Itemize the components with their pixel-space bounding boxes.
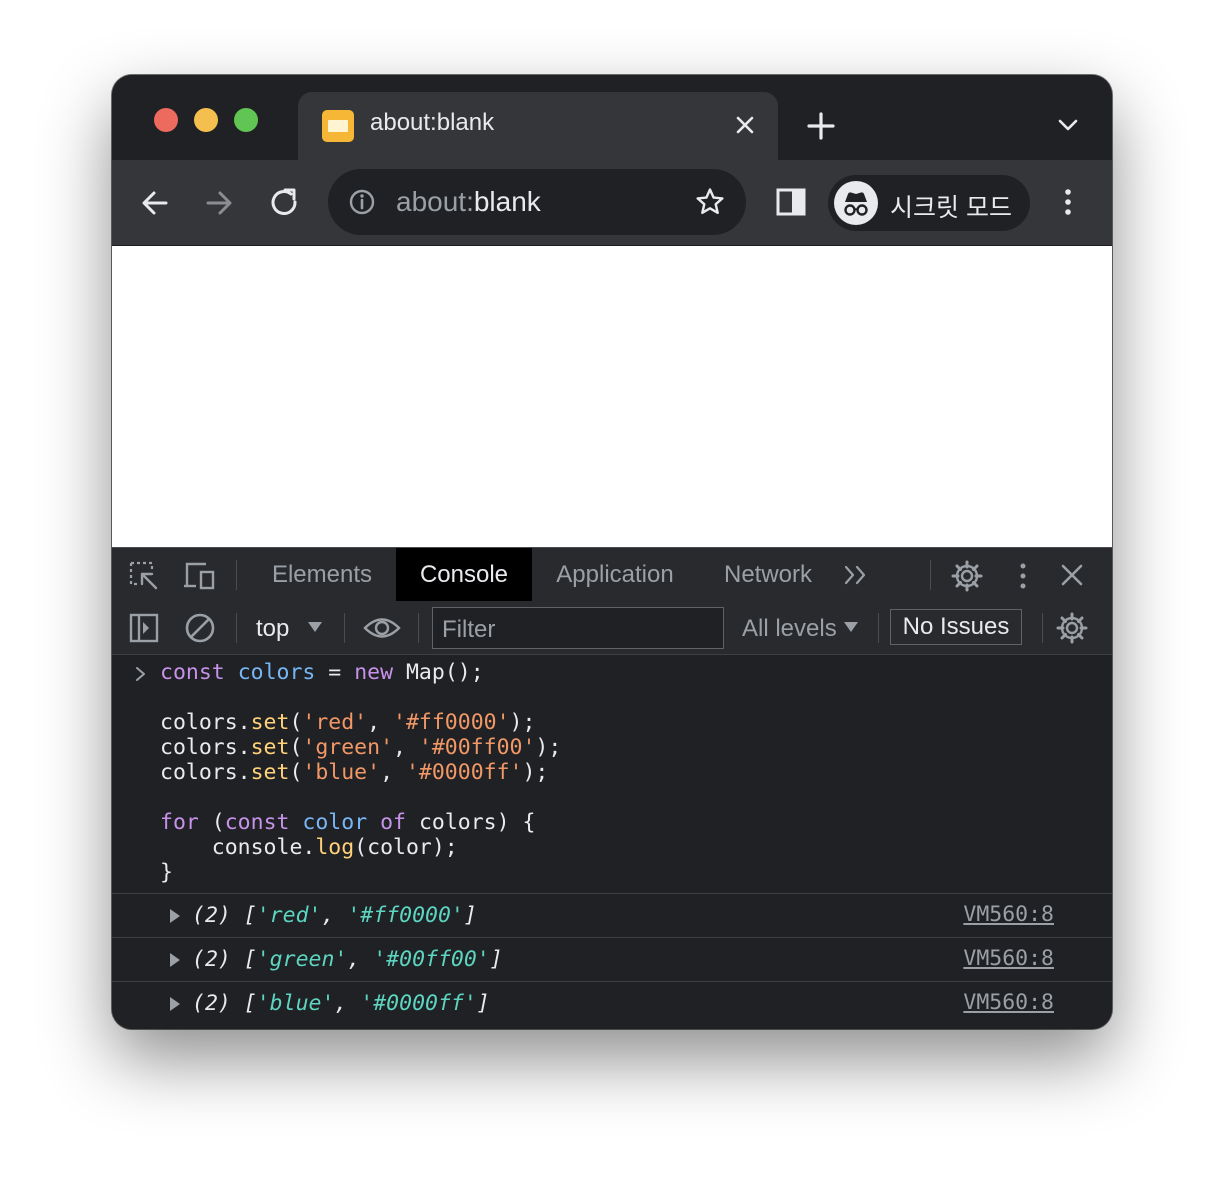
- array-prefix: (2) [: [192, 991, 257, 1016]
- issues-button[interactable]: No Issues: [890, 609, 1022, 645]
- inspect-element-icon[interactable]: [128, 560, 160, 592]
- console-input-code[interactable]: const colors = new Map(); colors.set('re…: [160, 660, 561, 885]
- side-panel-icon[interactable]: [774, 185, 808, 219]
- reload-icon[interactable]: [266, 184, 304, 222]
- title-bar: about:blank: [112, 75, 1112, 160]
- array-item: '#0000ff': [360, 991, 477, 1016]
- console-filter-input[interactable]: Filter: [432, 607, 724, 649]
- more-menu-icon[interactable]: [1052, 185, 1084, 219]
- source-link[interactable]: VM560:8: [963, 990, 1054, 1015]
- console-settings-gear-icon[interactable]: [1055, 611, 1089, 645]
- array-item: 'green': [256, 947, 348, 972]
- url-scheme: about:: [396, 186, 474, 217]
- array-item: '#00ff00': [373, 947, 490, 972]
- log-levels-dropdown[interactable]: All levels: [742, 615, 837, 643]
- back-arrow-icon[interactable]: [136, 184, 174, 222]
- devtools-menu-icon[interactable]: [1012, 560, 1034, 592]
- tab-title: about:blank: [370, 109, 495, 136]
- forward-arrow-icon[interactable]: [200, 184, 238, 222]
- url-host: blank: [473, 186, 541, 217]
- array-prefix: (2) [: [192, 947, 257, 972]
- filter-placeholder: Filter: [442, 616, 496, 643]
- log-row[interactable]: (2) ['blue', '#0000ff'] VM560:8: [112, 981, 1112, 1026]
- log-row[interactable]: (2) ['red', '#ff0000'] VM560:8: [112, 893, 1112, 938]
- code-line: }: [160, 860, 173, 885]
- source-link[interactable]: VM560:8: [963, 902, 1054, 927]
- tab-application[interactable]: Application: [540, 548, 690, 601]
- live-expression-eye-icon[interactable]: [362, 613, 402, 643]
- browser-window: about:blank about:blank 시크릿 모드 Elements …: [112, 75, 1112, 1029]
- device-toolbar-icon[interactable]: [182, 560, 218, 592]
- toolbar-separator: [236, 613, 237, 643]
- toolbar-separator: [344, 613, 345, 643]
- toolbar-separator: [418, 613, 419, 643]
- expand-triangle-icon[interactable]: [170, 997, 180, 1011]
- incognito-label: 시크릿 모드: [890, 194, 1012, 222]
- array-item: 'red': [256, 903, 322, 928]
- close-tab-icon[interactable]: [730, 110, 760, 140]
- context-dropdown-icon[interactable]: [306, 620, 324, 634]
- page-favicon-icon: [322, 110, 354, 142]
- toolbar-separator: [878, 613, 879, 643]
- toolbar-separator: [1042, 613, 1043, 643]
- tab-elements[interactable]: Elements: [252, 548, 392, 601]
- browser-toolbar: about:blank 시크릿 모드: [112, 160, 1112, 246]
- prompt-caret-icon: [136, 667, 145, 681]
- code-line: colors.set('red', '#ff0000');: [160, 710, 536, 735]
- address-bar[interactable]: about:blank: [328, 169, 746, 235]
- clear-console-icon[interactable]: [184, 612, 216, 644]
- site-info-icon[interactable]: [348, 188, 376, 216]
- code-line: const colors = new Map();: [160, 660, 484, 685]
- incognito-icon: [834, 181, 878, 225]
- tab-network[interactable]: Network: [706, 548, 830, 601]
- address-url: about:blank: [396, 186, 541, 218]
- devtools-panel: Elements Console Application Network top…: [112, 547, 1112, 1029]
- code-line: colors.set('blue', '#0000ff');: [160, 760, 549, 785]
- source-link[interactable]: VM560:8: [963, 946, 1054, 971]
- code-line: console.log(color);: [160, 835, 458, 860]
- log-row[interactable]: (2) ['green', '#00ff00'] VM560:8: [112, 937, 1112, 982]
- new-tab-icon[interactable]: [804, 109, 838, 143]
- log-message: (2) ['red', '#ff0000']: [192, 903, 477, 928]
- toolbar-separator: [930, 560, 931, 590]
- minimize-window-button[interactable]: [194, 108, 218, 132]
- console-toolbar: top Filter All levels No Issues: [112, 601, 1112, 655]
- chevron-down-icon[interactable]: [1054, 111, 1082, 139]
- code-line: for (const color of colors) {: [160, 810, 536, 835]
- array-item: '#ff0000': [347, 903, 464, 928]
- incognito-indicator[interactable]: 시크릿 모드: [828, 175, 1030, 231]
- browser-tab[interactable]: about:blank: [298, 92, 778, 160]
- close-window-button[interactable]: [154, 108, 178, 132]
- bookmark-star-icon[interactable]: [694, 186, 726, 218]
- log-message: (2) ['green', '#00ff00']: [192, 947, 503, 972]
- console-sidebar-icon[interactable]: [128, 612, 160, 644]
- page-viewport[interactable]: [112, 246, 1112, 547]
- expand-triangle-icon[interactable]: [170, 953, 180, 967]
- tab-console[interactable]: Console: [396, 548, 532, 601]
- array-item: 'blue': [256, 991, 335, 1016]
- more-tabs-chevron-icon[interactable]: [842, 562, 872, 588]
- levels-dropdown-icon[interactable]: [842, 620, 860, 634]
- expand-triangle-icon[interactable]: [170, 909, 180, 923]
- log-message: (2) ['blue', '#0000ff']: [192, 991, 490, 1016]
- array-prefix: (2) [: [192, 903, 257, 928]
- context-selector[interactable]: top: [256, 615, 289, 643]
- close-devtools-icon[interactable]: [1056, 562, 1088, 590]
- code-line: colors.set('green', '#00ff00');: [160, 735, 562, 760]
- devtools-tab-bar: Elements Console Application Network: [112, 547, 1112, 602]
- toolbar-separator: [236, 560, 237, 590]
- settings-gear-icon[interactable]: [950, 559, 984, 593]
- zoom-window-button[interactable]: [234, 108, 258, 132]
